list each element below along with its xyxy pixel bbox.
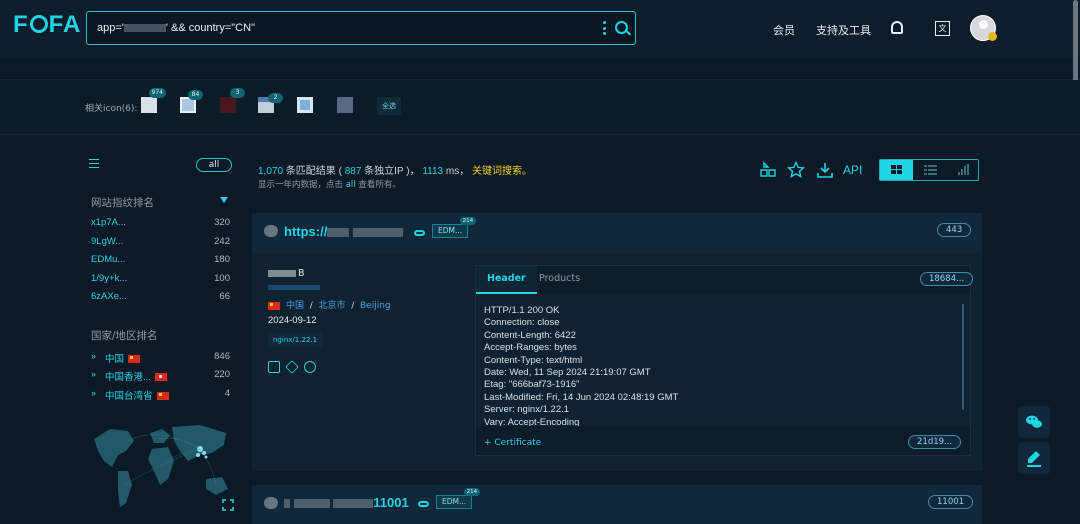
result-note: 显示一年内数据，点击 all 查看所有。 (258, 180, 401, 190)
redacted-text (352, 228, 403, 238)
site-favicon (264, 225, 278, 237)
port-badge[interactable]: 11001 (928, 495, 974, 509)
site-title: B (268, 268, 305, 279)
expand-icon[interactable]: » (91, 351, 96, 361)
update-date: 2024-09-12 (268, 315, 317, 326)
list-view-icon[interactable] (914, 160, 947, 180)
edit-icon (1027, 451, 1041, 467)
header-band (0, 58, 1080, 80)
refresh-icon[interactable] (304, 361, 316, 373)
china-flag-icon (128, 355, 141, 364)
fingerprint-row[interactable]: x1p7A... 320 (91, 217, 230, 231)
certificate-toggle[interactable]: + Certificate (484, 438, 541, 448)
translate-icon[interactable]: 文 (935, 21, 950, 36)
filter-sliders-icon[interactable] (89, 158, 99, 168)
view-switcher (879, 159, 979, 181)
result-card: https:// EDM... 214 443 B 中国 / 北京市 / Beij… (252, 213, 982, 471)
download-icon[interactable] (816, 161, 834, 179)
fullscreen-icon[interactable] (222, 499, 234, 511)
link-icon[interactable] (414, 230, 425, 236)
panel-scrollbar[interactable] (962, 304, 964, 410)
fingerprint-row[interactable]: 6zAXe... 66 (91, 291, 230, 305)
favicon-option[interactable]: 2 (258, 93, 283, 113)
product-tag[interactable]: EDM... 214 (436, 488, 481, 509)
result-host-link[interactable]: 11001 (284, 495, 409, 510)
detail-panel: Header Products 18684... HTTP/1.1 200 OK… (475, 265, 974, 456)
header-content: HTTP/1.1 200 OK Connection: close Conten… (476, 294, 970, 426)
grid-view-icon (891, 165, 902, 174)
fingerprint-row[interactable]: 9LgW... 242 (91, 236, 230, 250)
select-all-button[interactable]: 全选 (377, 97, 401, 115)
redacted-text (268, 285, 320, 290)
code-icon[interactable] (268, 361, 280, 373)
nav-member[interactable]: 会员 (773, 22, 795, 38)
favicon-option[interactable] (297, 97, 313, 113)
search-bar[interactable]: app=' ' && country="CN" (86, 11, 636, 45)
tab-products[interactable]: Products (528, 266, 591, 294)
location: 中国 / 北京市 / Beijing (268, 298, 391, 311)
avatar[interactable] (970, 15, 997, 41)
result-card: 11001 EDM... 214 11001 (252, 485, 982, 524)
redacted-text (123, 24, 166, 33)
rules-icon[interactable] (759, 161, 777, 179)
wechat-button[interactable] (1018, 406, 1050, 438)
redacted-text (268, 270, 296, 277)
china-flag-icon (268, 301, 280, 310)
site-favicon (264, 497, 278, 509)
redacted-text (327, 228, 350, 238)
city-link[interactable]: Beijing (360, 301, 391, 311)
fingerprint-row[interactable]: 1/9y+k... 100 (91, 273, 230, 287)
cube-icon[interactable] (285, 360, 299, 374)
favicon-option[interactable]: 974 (141, 88, 166, 113)
redacted-text (333, 499, 374, 509)
bell-icon[interactable] (891, 21, 903, 34)
result-card-header: https:// EDM... 214 443 (252, 213, 982, 253)
server-tag[interactable]: nginx/1.22.1 (268, 333, 323, 347)
feedback-button[interactable] (1018, 442, 1050, 474)
world-map[interactable] (88, 415, 233, 515)
hash-badge[interactable]: 18684... (920, 272, 974, 286)
show-all-link[interactable]: all (346, 180, 356, 190)
country-row[interactable]: » 中国 846 (91, 351, 230, 365)
redacted-text (293, 499, 330, 509)
more-options-icon[interactable] (603, 21, 607, 35)
search-input[interactable]: app=' ' && country="CN" (97, 22, 255, 34)
search-icon[interactable] (615, 21, 628, 34)
country-link[interactable]: 中国 (286, 301, 304, 311)
fingerprint-row[interactable]: EDMu... 180 (91, 254, 230, 268)
country-rank-title: 国家/地区排名 (91, 330, 158, 342)
fingerprint-rank-title: 网站指纹排名 (91, 197, 154, 209)
region-link[interactable]: 北京市 (319, 301, 346, 311)
favicon-option[interactable] (337, 97, 353, 113)
country-row[interactable]: » 中国台湾省 4 (91, 388, 230, 402)
star-icon[interactable] (787, 161, 805, 179)
funnel-icon[interactable] (220, 197, 228, 203)
vip-badge (988, 32, 997, 41)
all-filter-pill[interactable]: all (196, 158, 232, 172)
country-row[interactable]: » 中国香港... 220 (91, 369, 230, 383)
favicon-option[interactable]: 84 (180, 90, 203, 113)
port-badge[interactable]: 443 (937, 223, 972, 237)
grid-view-tab[interactable] (880, 160, 913, 180)
hongkong-flag-icon (154, 373, 167, 382)
link-icon[interactable] (418, 501, 429, 507)
cert-hash-badge[interactable]: 21d19... (908, 435, 962, 449)
related-icons-label: 相关icon(6): (85, 104, 138, 114)
product-tag[interactable]: EDM... 214 (432, 217, 477, 238)
wechat-icon (1026, 415, 1042, 428)
china-flag-icon (156, 392, 169, 401)
redacted-text (284, 499, 290, 509)
expand-icon[interactable]: » (91, 388, 96, 398)
keyword-search-link[interactable]: 关键词搜索。 (472, 166, 532, 177)
result-stats: 1,070 条匹配结果 ( 887 条独立IP )， 1113 ms， 关键词搜… (258, 166, 533, 177)
api-button[interactable]: API (843, 163, 862, 177)
fofa-logo[interactable]: F FA (13, 11, 81, 39)
nav-tools[interactable]: 支持及工具 (816, 22, 871, 38)
favicon-option[interactable]: 3 (220, 88, 245, 113)
result-host-link[interactable]: https:// (284, 224, 403, 239)
top-bar: F FA app=' ' && country="CN" 会员 支持及工具 文 (0, 0, 1080, 58)
stats-view-icon[interactable] (947, 160, 980, 180)
expand-icon[interactable]: » (91, 369, 96, 379)
